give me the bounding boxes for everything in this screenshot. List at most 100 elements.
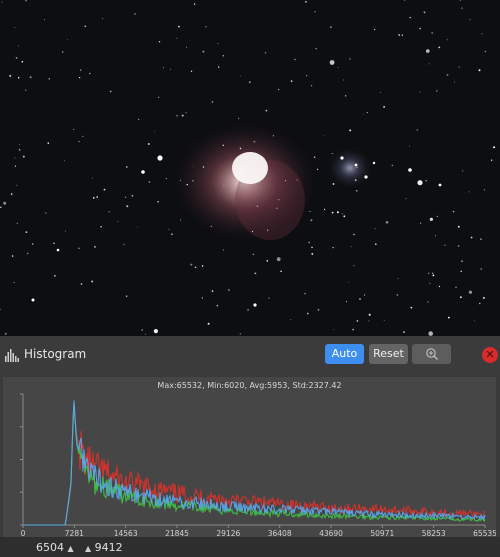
star	[419, 27, 422, 30]
star	[168, 228, 170, 230]
star	[461, 7, 463, 9]
close-button[interactable]: ✕	[482, 347, 498, 363]
histogram-chart[interactable]: Max:65532, Min:6020, Avg:5953, Std:2327.…	[3, 377, 496, 537]
star	[311, 253, 314, 255]
star	[438, 46, 441, 49]
star	[218, 66, 220, 68]
star	[416, 129, 418, 131]
star	[93, 245, 96, 248]
star	[290, 319, 292, 320]
star	[54, 274, 56, 277]
star	[272, 135, 274, 137]
star	[256, 205, 259, 208]
x-tick-label: 0	[21, 529, 26, 537]
star	[329, 60, 335, 65]
star	[350, 246, 352, 247]
star	[309, 211, 311, 212]
star	[80, 69, 82, 71]
min-value[interactable]: 6504 ▲	[36, 541, 74, 554]
star	[264, 52, 267, 54]
reset-button[interactable]: Reset	[369, 344, 408, 364]
star	[417, 180, 423, 186]
star	[78, 247, 80, 249]
star	[356, 166, 358, 168]
star	[117, 221, 119, 223]
star	[186, 183, 188, 186]
star	[171, 233, 173, 235]
star	[349, 58, 351, 60]
star	[396, 294, 399, 296]
star	[91, 280, 94, 283]
star	[207, 322, 210, 325]
star	[108, 211, 110, 213]
star	[16, 184, 18, 186]
x-tick-label: 7281	[65, 529, 84, 537]
star	[44, 19, 46, 21]
star	[92, 197, 95, 199]
x-tick-label: 58253	[422, 529, 446, 537]
star	[311, 85, 313, 87]
star	[67, 38, 69, 40]
star	[490, 159, 493, 161]
star	[458, 66, 460, 68]
max-value[interactable]: ▲ 9412	[85, 541, 123, 554]
star	[359, 298, 361, 300]
star	[468, 290, 472, 294]
star	[314, 11, 316, 13]
star	[404, 0, 406, 1]
star	[125, 196, 127, 198]
star	[374, 28, 376, 31]
star	[353, 233, 355, 236]
star	[19, 144, 21, 146]
star	[290, 80, 293, 82]
star	[431, 32, 433, 34]
star	[162, 67, 164, 69]
star	[65, 230, 66, 232]
star	[3, 201, 7, 205]
star	[332, 183, 335, 185]
star	[157, 200, 159, 203]
star	[201, 265, 204, 267]
star	[82, 135, 84, 137]
star	[308, 241, 311, 244]
star	[153, 130, 155, 132]
star	[355, 189, 358, 192]
star	[169, 68, 171, 70]
star	[481, 33, 483, 35]
star	[21, 60, 24, 63]
star	[80, 283, 83, 285]
star	[176, 37, 178, 39]
star	[313, 156, 316, 158]
bright-star	[253, 303, 257, 307]
star	[178, 25, 180, 28]
histogram-panel: Histogram Auto Reset ✕ Max:65532, Min:60…	[0, 336, 500, 557]
min-marker-icon: ▲	[67, 544, 74, 553]
star	[0, 206, 2, 209]
star	[423, 11, 426, 14]
star	[446, 74, 449, 76]
bright-star	[408, 168, 412, 172]
star	[459, 0, 462, 1]
star	[354, 179, 357, 182]
star	[9, 74, 12, 77]
zoom-button[interactable]	[412, 344, 451, 364]
star	[446, 39, 448, 41]
bright-star	[141, 170, 145, 174]
star	[181, 114, 184, 117]
bright-star	[340, 156, 344, 160]
star	[304, 293, 306, 295]
star	[126, 166, 128, 168]
star	[253, 140, 256, 143]
star	[102, 18, 104, 20]
star	[457, 225, 460, 228]
star	[89, 72, 91, 75]
star	[47, 142, 50, 144]
star	[134, 13, 136, 15]
star	[228, 289, 230, 291]
star	[217, 43, 219, 45]
bright-star	[56, 248, 60, 252]
auto-button[interactable]: Auto	[325, 344, 364, 364]
star	[305, 1, 307, 3]
star	[18, 149, 21, 151]
star	[0, 308, 1, 310]
